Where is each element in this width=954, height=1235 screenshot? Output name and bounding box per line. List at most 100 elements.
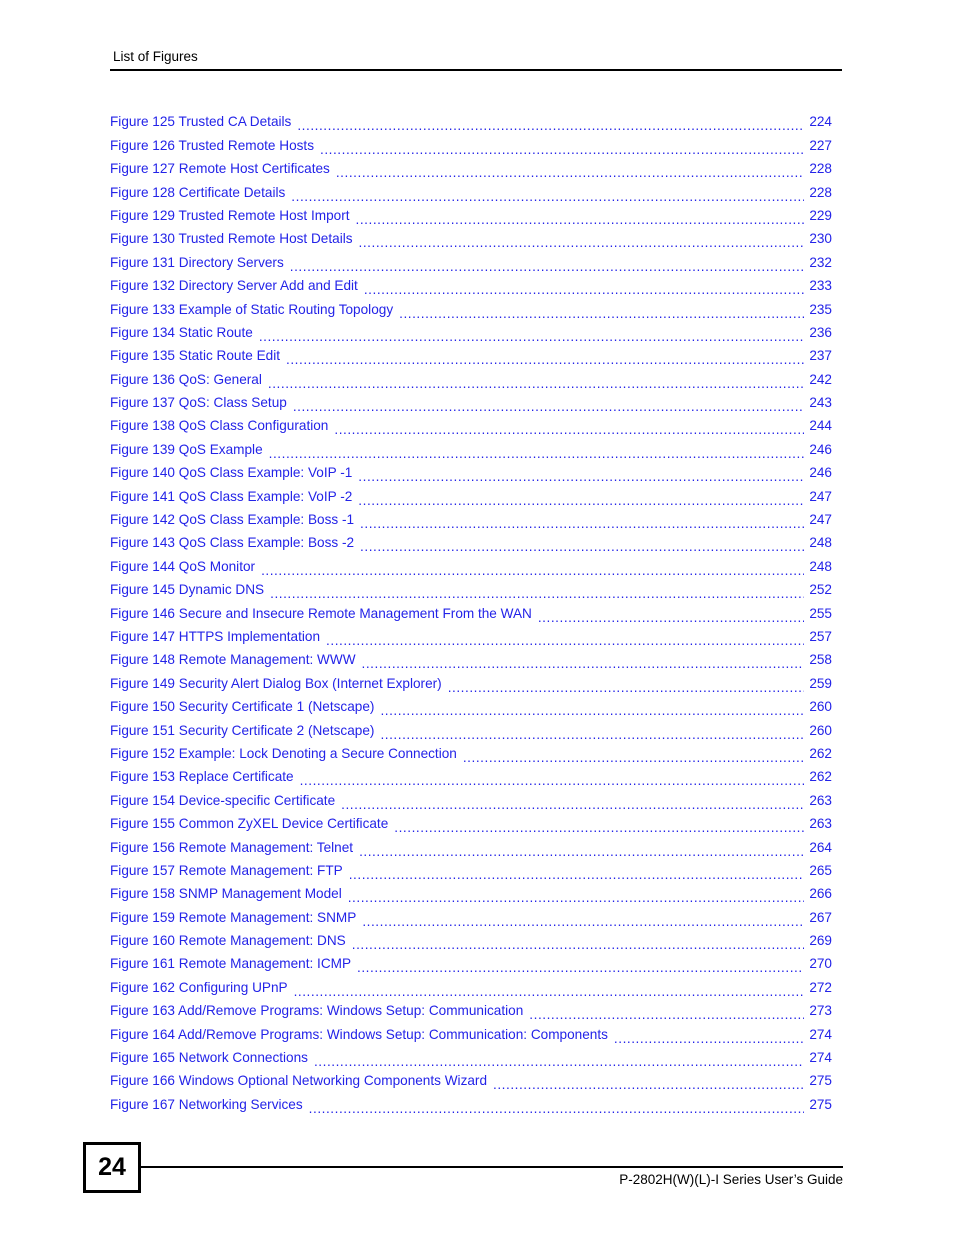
figure-list-item[interactable]: Figure 148 Remote Management: WWW 258 xyxy=(110,646,832,669)
figure-list-item[interactable]: Figure 161 Remote Management: ICMP 270 xyxy=(110,950,832,973)
figure-list-item[interactable]: Figure 152 Example: Lock Denoting a Secu… xyxy=(110,740,832,763)
figure-list-item-label: Figure 146 Secure and Insecure Remote Ma… xyxy=(110,605,532,621)
figure-list-item-page: 272 xyxy=(809,979,832,995)
dot-leader xyxy=(290,258,805,272)
figure-list-item[interactable]: Figure 163 Add/Remove Programs: Windows … xyxy=(110,997,832,1020)
dot-leader xyxy=(261,562,804,576)
figure-list-item-page: 243 xyxy=(809,395,832,411)
dot-leader xyxy=(314,1053,804,1067)
dot-leader xyxy=(359,234,805,248)
figure-list-item-label: Figure 138 QoS Class Configuration xyxy=(110,418,329,434)
figure-list-item-page: 269 xyxy=(809,933,832,949)
figure-list-item-label: Figure 166 Windows Optional Networking C… xyxy=(110,1073,488,1089)
figure-list-item[interactable]: Figure 128 Certificate Details 228 xyxy=(110,178,832,202)
figure-list-item-page: 233 xyxy=(809,278,832,294)
dot-leader xyxy=(300,772,805,786)
figure-list-item-label: Figure 133 Example of Static Routing Top… xyxy=(110,301,394,317)
figure-list-item[interactable]: Figure 139 QoS Example 246 xyxy=(110,435,832,459)
figure-list-item-page: 228 xyxy=(809,161,832,177)
figure-list-item-label: Figure 147 HTTPS Implementation xyxy=(110,628,321,644)
figure-list-item[interactable]: Figure 129 Trusted Remote Host Import 229 xyxy=(110,202,832,225)
page-footer-rule xyxy=(141,1166,843,1168)
figure-list-item[interactable]: Figure 159 Remote Management: SNMP 267 xyxy=(110,903,832,927)
figure-list-item-label: Figure 141 QoS Class Example: VoIP -2 xyxy=(110,488,353,504)
figure-list-item-label: Figure 160 Remote Management: DNS xyxy=(110,933,346,949)
figure-list-item[interactable]: Figure 165 Network Connections 274 xyxy=(110,1044,832,1067)
figure-list-item[interactable]: Figure 158 SNMP Management Model 266 xyxy=(110,880,832,903)
figure-list-item[interactable]: Figure 155 Common ZyXEL Device Certifica… xyxy=(110,810,832,833)
dot-leader xyxy=(297,117,804,131)
figure-list-item[interactable]: Figure 137 QoS: Class Setup 243 xyxy=(110,389,832,412)
figure-list-item-page: 246 xyxy=(809,465,832,481)
figure-list-item[interactable]: Figure 154 Device-specific Certificate 26… xyxy=(110,786,832,810)
dot-leader xyxy=(259,328,804,342)
figure-list-item[interactable]: Figure 144 QoS Monitor 248 xyxy=(110,552,832,576)
figure-list-item-label: Figure 127 Remote Host Certificates xyxy=(110,161,330,177)
dot-leader xyxy=(399,305,804,319)
figure-list-item-label: Figure 142 QoS Class Example: Boss -1 xyxy=(110,512,355,528)
figure-list-item-label: Figure 131 Directory Servers xyxy=(110,254,284,270)
figure-list-item[interactable]: Figure 167 Networking Services 275 xyxy=(110,1090,832,1114)
figure-list-item[interactable]: Figure 150 Security Certificate 1 (Netsc… xyxy=(110,693,832,716)
figure-list-item[interactable]: Figure 131 Directory Servers 232 xyxy=(110,248,832,272)
figure-list-item[interactable]: Figure 142 QoS Class Example: Boss -1 247 xyxy=(110,506,832,529)
dot-leader xyxy=(348,889,805,903)
figure-list-item-page: 248 xyxy=(809,535,832,551)
figure-list-item-label: Figure 129 Trusted Remote Host Import xyxy=(110,207,350,223)
figure-list-item[interactable]: Figure 135 Static Route Edit 237 xyxy=(110,342,832,365)
figure-list-item[interactable]: Figure 133 Example of Static Routing Top… xyxy=(110,295,832,319)
dot-leader xyxy=(352,936,805,950)
figure-list-item-label: Figure 153 Replace Certificate xyxy=(110,769,294,785)
figure-list-item[interactable]: Figure 126 Trusted Remote Hosts 227 xyxy=(110,131,832,155)
figure-list-item-page: 244 xyxy=(809,418,832,434)
figure-list-item[interactable]: Figure 140 QoS Class Example: VoIP -1 246 xyxy=(110,459,832,482)
dot-leader xyxy=(291,188,804,202)
figure-list-item[interactable]: Figure 147 HTTPS Implementation 257 xyxy=(110,623,832,646)
dot-leader xyxy=(359,843,804,857)
figure-list-item-label: Figure 152 Example: Lock Denoting a Secu… xyxy=(110,745,457,761)
figure-list-item[interactable]: Figure 141 QoS Class Example: VoIP -2 247 xyxy=(110,482,832,506)
figure-list-item[interactable]: Figure 127 Remote Host Certificates 228 xyxy=(110,155,832,178)
figure-list-item-label: Figure 130 Trusted Remote Host Details xyxy=(110,231,353,247)
figure-list-item[interactable]: Figure 132 Directory Server Add and Edit… xyxy=(110,272,832,295)
figure-list-item[interactable]: Figure 149 Security Alert Dialog Box (In… xyxy=(110,669,832,693)
figure-list-item-page: 274 xyxy=(809,1050,832,1066)
figure-list-item[interactable]: Figure 164 Add/Remove Programs: Windows … xyxy=(110,1020,832,1044)
dot-leader xyxy=(358,492,804,506)
figure-list-item-label: Figure 155 Common ZyXEL Device Certifica… xyxy=(110,816,389,832)
figure-list-item-label: Figure 149 Security Alert Dialog Box (In… xyxy=(110,675,442,691)
dot-leader xyxy=(538,609,804,623)
figure-list-item[interactable]: Figure 156 Remote Management: Telnet 264 xyxy=(110,833,832,857)
dot-leader xyxy=(364,281,804,295)
figure-list-item-label: Figure 136 QoS: General xyxy=(110,371,262,387)
figure-list-item-page: 274 xyxy=(809,1026,832,1042)
figure-list-item-label: Figure 161 Remote Management: ICMP xyxy=(110,956,352,972)
figure-list-item[interactable]: Figure 143 QoS Class Example: Boss -2 248 xyxy=(110,529,832,552)
figure-list-item-page: 252 xyxy=(809,582,832,598)
dot-leader xyxy=(269,445,805,459)
figure-list-item[interactable]: Figure 162 Configuring UPnP 272 xyxy=(110,973,832,997)
figure-list-item[interactable]: Figure 125 Trusted CA Details 224 xyxy=(110,108,832,131)
figure-list-item[interactable]: Figure 151 Security Certificate 2 (Netsc… xyxy=(110,716,832,740)
figure-list-item-label: Figure 164 Add/Remove Programs: Windows … xyxy=(110,1026,608,1042)
figure-list-item-label: Figure 139 QoS Example xyxy=(110,441,263,457)
figure-list-item[interactable]: Figure 130 Trusted Remote Host Details 23… xyxy=(110,225,832,248)
figure-list-item[interactable]: Figure 146 Secure and Insecure Remote Ma… xyxy=(110,599,832,623)
figure-list-item[interactable]: Figure 138 QoS Class Configuration 244 xyxy=(110,412,832,435)
figure-list-item[interactable]: Figure 153 Replace Certificate 262 xyxy=(110,763,832,786)
figure-list-item-page: 259 xyxy=(809,675,832,691)
figure-list-item[interactable]: Figure 134 Static Route 236 xyxy=(110,319,832,342)
figure-list-item[interactable]: Figure 145 Dynamic DNS 252 xyxy=(110,576,832,599)
figure-list-item-label: Figure 154 Device-specific Certificate xyxy=(110,792,336,808)
page-header-rule xyxy=(110,69,842,71)
figure-list-item[interactable]: Figure 157 Remote Management: FTP 265 xyxy=(110,857,832,880)
figure-list-item-label: Figure 151 Security Certificate 2 (Netsc… xyxy=(110,722,375,738)
figure-list-item-label: Figure 126 Trusted Remote Hosts xyxy=(110,137,314,153)
figure-list-item[interactable]: Figure 136 QoS: General 242 xyxy=(110,365,832,389)
figure-list-item-page: 263 xyxy=(809,816,832,832)
figure-list-item-label: Figure 162 Configuring UPnP xyxy=(110,979,288,995)
figure-list-item[interactable]: Figure 166 Windows Optional Networking C… xyxy=(110,1067,832,1090)
figure-list-item-label: Figure 135 Static Route Edit xyxy=(110,348,281,364)
figure-list-item-label: Figure 144 QoS Monitor xyxy=(110,558,256,574)
figure-list-item[interactable]: Figure 160 Remote Management: DNS 269 xyxy=(110,927,832,950)
